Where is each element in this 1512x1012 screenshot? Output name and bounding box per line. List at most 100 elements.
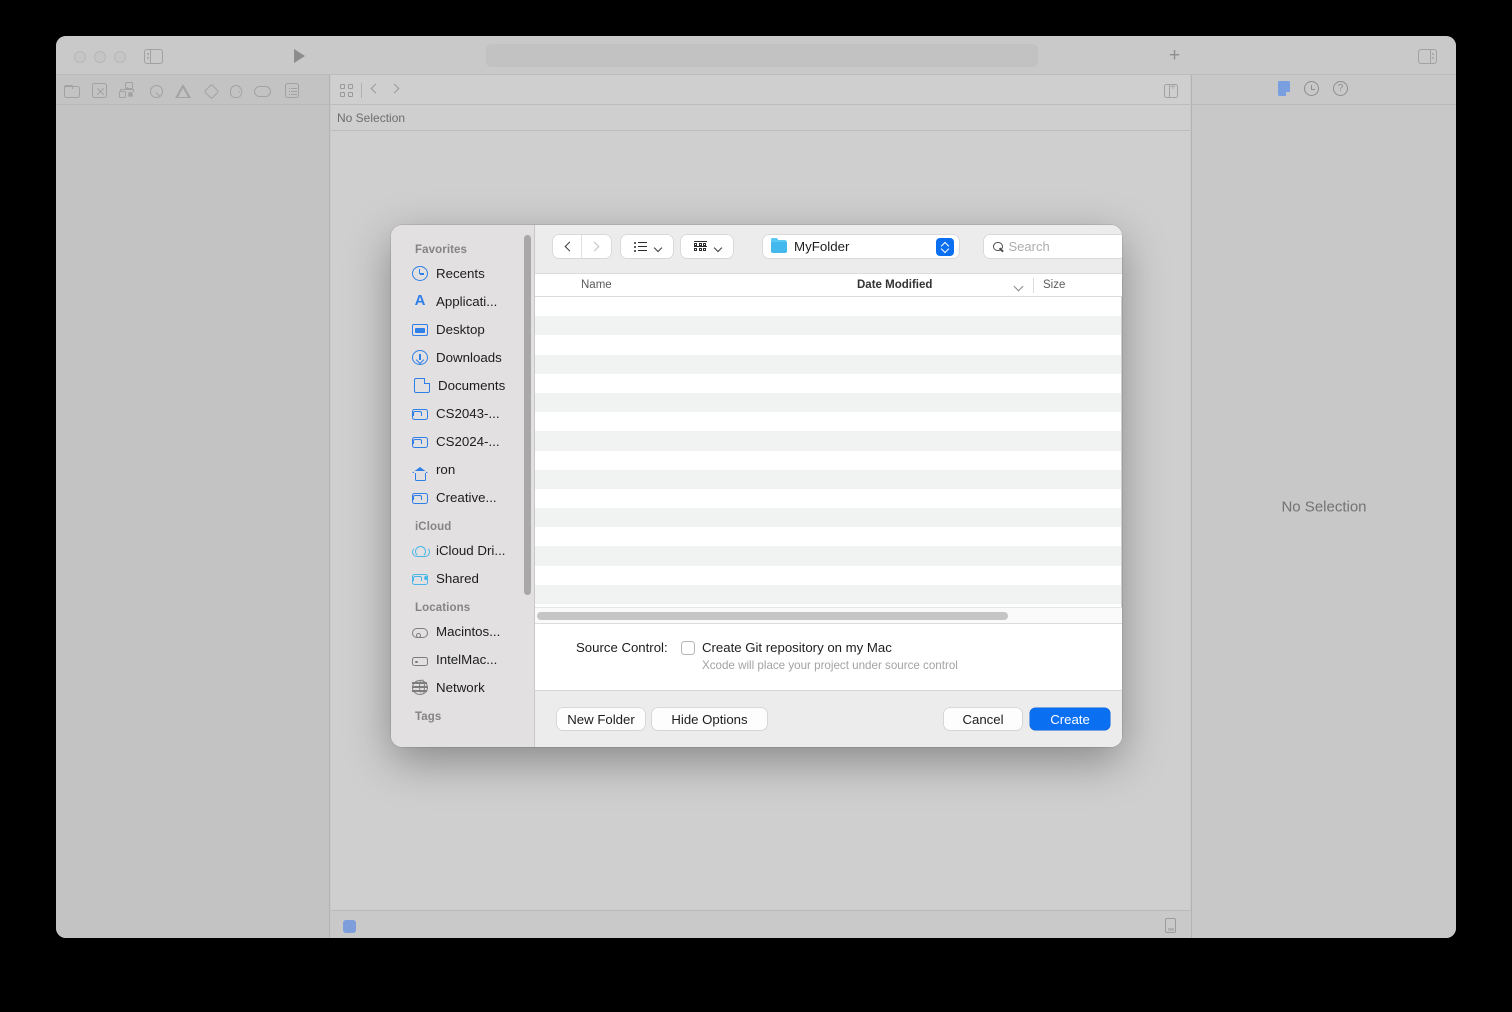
file-list[interactable]: [535, 297, 1122, 607]
path-popup-button[interactable]: MyFolder: [763, 235, 959, 258]
debug-icon[interactable]: [230, 85, 242, 98]
column-header-size[interactable]: Size: [1043, 279, 1065, 291]
close-button[interactable]: [74, 51, 86, 63]
inspector-toggle-icon[interactable]: [1418, 49, 1437, 64]
grid-icon[interactable]: [340, 84, 353, 97]
sidebar-item-label: Documents: [438, 378, 505, 393]
sidebar-item-cs2043[interactable]: CS2043-...: [391, 399, 535, 427]
test-diamond-icon[interactable]: [204, 84, 220, 100]
divider: [1033, 278, 1034, 293]
table-row[interactable]: [535, 585, 1122, 604]
download-icon: [412, 350, 428, 365]
table-row[interactable]: [535, 316, 1122, 335]
table-row[interactable]: [535, 566, 1122, 585]
sidebar-item-shared[interactable]: Shared: [391, 564, 535, 592]
issue-warning-icon[interactable]: [175, 84, 191, 98]
table-row[interactable]: [535, 546, 1122, 565]
table-row[interactable]: [535, 451, 1122, 470]
table-row[interactable]: [535, 527, 1122, 546]
table-row[interactable]: [535, 470, 1122, 489]
navigator-pane: [56, 75, 330, 938]
up-down-stepper-icon[interactable]: [936, 238, 954, 256]
hide-options-button[interactable]: Hide Options: [652, 708, 767, 730]
sidebar-item-downloads[interactable]: Downloads: [391, 343, 535, 371]
sidebar-item-desktop[interactable]: Desktop: [391, 315, 535, 343]
list-view-button[interactable]: [621, 235, 673, 258]
inspector-toolbar: ?: [1192, 75, 1456, 105]
back-chevron-icon: [564, 242, 574, 252]
table-row[interactable]: [535, 374, 1122, 393]
find-search-icon[interactable]: [150, 85, 163, 98]
report-icon[interactable]: [285, 83, 299, 98]
sidebar-item-documents[interactable]: Documents: [391, 371, 535, 399]
sidebar-item-icloud-drive[interactable]: iCloud Dri...: [391, 536, 535, 564]
folder-icon[interactable]: [64, 86, 80, 98]
source-control-icon[interactable]: [92, 83, 107, 98]
group-view-icon: [694, 241, 707, 252]
navigator-toolbar: [56, 75, 329, 105]
sidebar-item-recents[interactable]: Recents: [391, 259, 535, 287]
table-row[interactable]: [535, 355, 1122, 374]
sidebar-item-label: Shared: [436, 571, 479, 586]
create-git-repository-label[interactable]: Create Git repository on my Mac: [702, 640, 892, 655]
run-play-icon[interactable]: [294, 49, 305, 63]
group-view-button[interactable]: [681, 235, 733, 258]
external-disk-icon: [412, 657, 428, 666]
column-header-name[interactable]: Name: [581, 279, 612, 291]
places-sidebar[interactable]: Favorites Recents A Applicati... Desktop…: [391, 225, 535, 747]
sidebar-toggle-icon[interactable]: [144, 49, 163, 64]
inspector-pane: ? No Selection: [1191, 75, 1456, 938]
symbol-hierarchy-icon[interactable]: [119, 81, 137, 99]
device-icon[interactable]: [1165, 918, 1176, 933]
table-row[interactable]: [535, 393, 1122, 412]
sidebar-item-label: Downloads: [436, 350, 502, 365]
new-folder-button[interactable]: New Folder: [557, 708, 645, 730]
add-assistant-editor-icon[interactable]: [1164, 84, 1178, 98]
search-icon: [993, 242, 1003, 252]
horizontal-scrollbar[interactable]: [535, 607, 1122, 623]
plus-icon[interactable]: +: [1166, 48, 1183, 65]
sidebar-item-label: CS2024-...: [436, 434, 500, 449]
sidebar-item-label: Network: [436, 680, 485, 695]
path-label: MyFolder: [794, 239, 849, 254]
history-clock-icon[interactable]: [1304, 81, 1319, 96]
home-icon: [412, 467, 428, 473]
table-row[interactable]: [535, 489, 1122, 508]
table-row[interactable]: [535, 508, 1122, 527]
window-titlebar: +: [56, 36, 1456, 75]
table-row[interactable]: [535, 297, 1122, 316]
chevron-down-icon[interactable]: [1015, 283, 1022, 290]
inspector-status-text: No Selection: [1192, 498, 1456, 515]
table-row[interactable]: [535, 431, 1122, 450]
sidebar-item-label: Desktop: [436, 322, 485, 337]
create-git-repository-checkbox[interactable]: [681, 641, 695, 655]
search-input[interactable]: Search: [984, 235, 1122, 258]
zoom-button[interactable]: [114, 51, 126, 63]
minimize-button[interactable]: [94, 51, 106, 63]
table-row[interactable]: [535, 335, 1122, 354]
column-header-date-modified[interactable]: Date Modified: [857, 279, 932, 291]
sidebar-item-macintosh-hd[interactable]: Macintos...: [391, 617, 535, 645]
activity-view: [486, 44, 1038, 67]
sidebar-scrollbar[interactable]: [524, 235, 531, 595]
cancel-button[interactable]: Cancel: [944, 708, 1022, 730]
breakpoint-tag-icon[interactable]: [254, 86, 271, 97]
sidebar-item-label: Creative...: [436, 490, 497, 505]
create-button[interactable]: Create: [1030, 708, 1110, 730]
divider: [361, 83, 362, 98]
back-chevron-icon[interactable]: [371, 84, 381, 94]
back-button[interactable]: [553, 235, 582, 258]
sidebar-item-applications[interactable]: A Applicati...: [391, 287, 535, 315]
sidebar-item-ron[interactable]: ron: [391, 455, 535, 483]
forward-chevron-icon[interactable]: [390, 84, 400, 94]
file-inspector-icon[interactable]: [1278, 81, 1290, 96]
sidebar-item-creative[interactable]: Creative...: [391, 483, 535, 511]
sidebar-item-network[interactable]: Network: [391, 673, 535, 701]
table-row[interactable]: [535, 412, 1122, 431]
forward-button[interactable]: [582, 235, 611, 258]
sidebar-item-intelmac[interactable]: IntelMac...: [391, 645, 535, 673]
quick-help-icon[interactable]: ?: [1333, 81, 1348, 96]
sidebar-section-header: Locations: [391, 592, 535, 617]
scrollbar-thumb[interactable]: [537, 612, 1008, 620]
sidebar-item-cs2024[interactable]: CS2024-...: [391, 427, 535, 455]
